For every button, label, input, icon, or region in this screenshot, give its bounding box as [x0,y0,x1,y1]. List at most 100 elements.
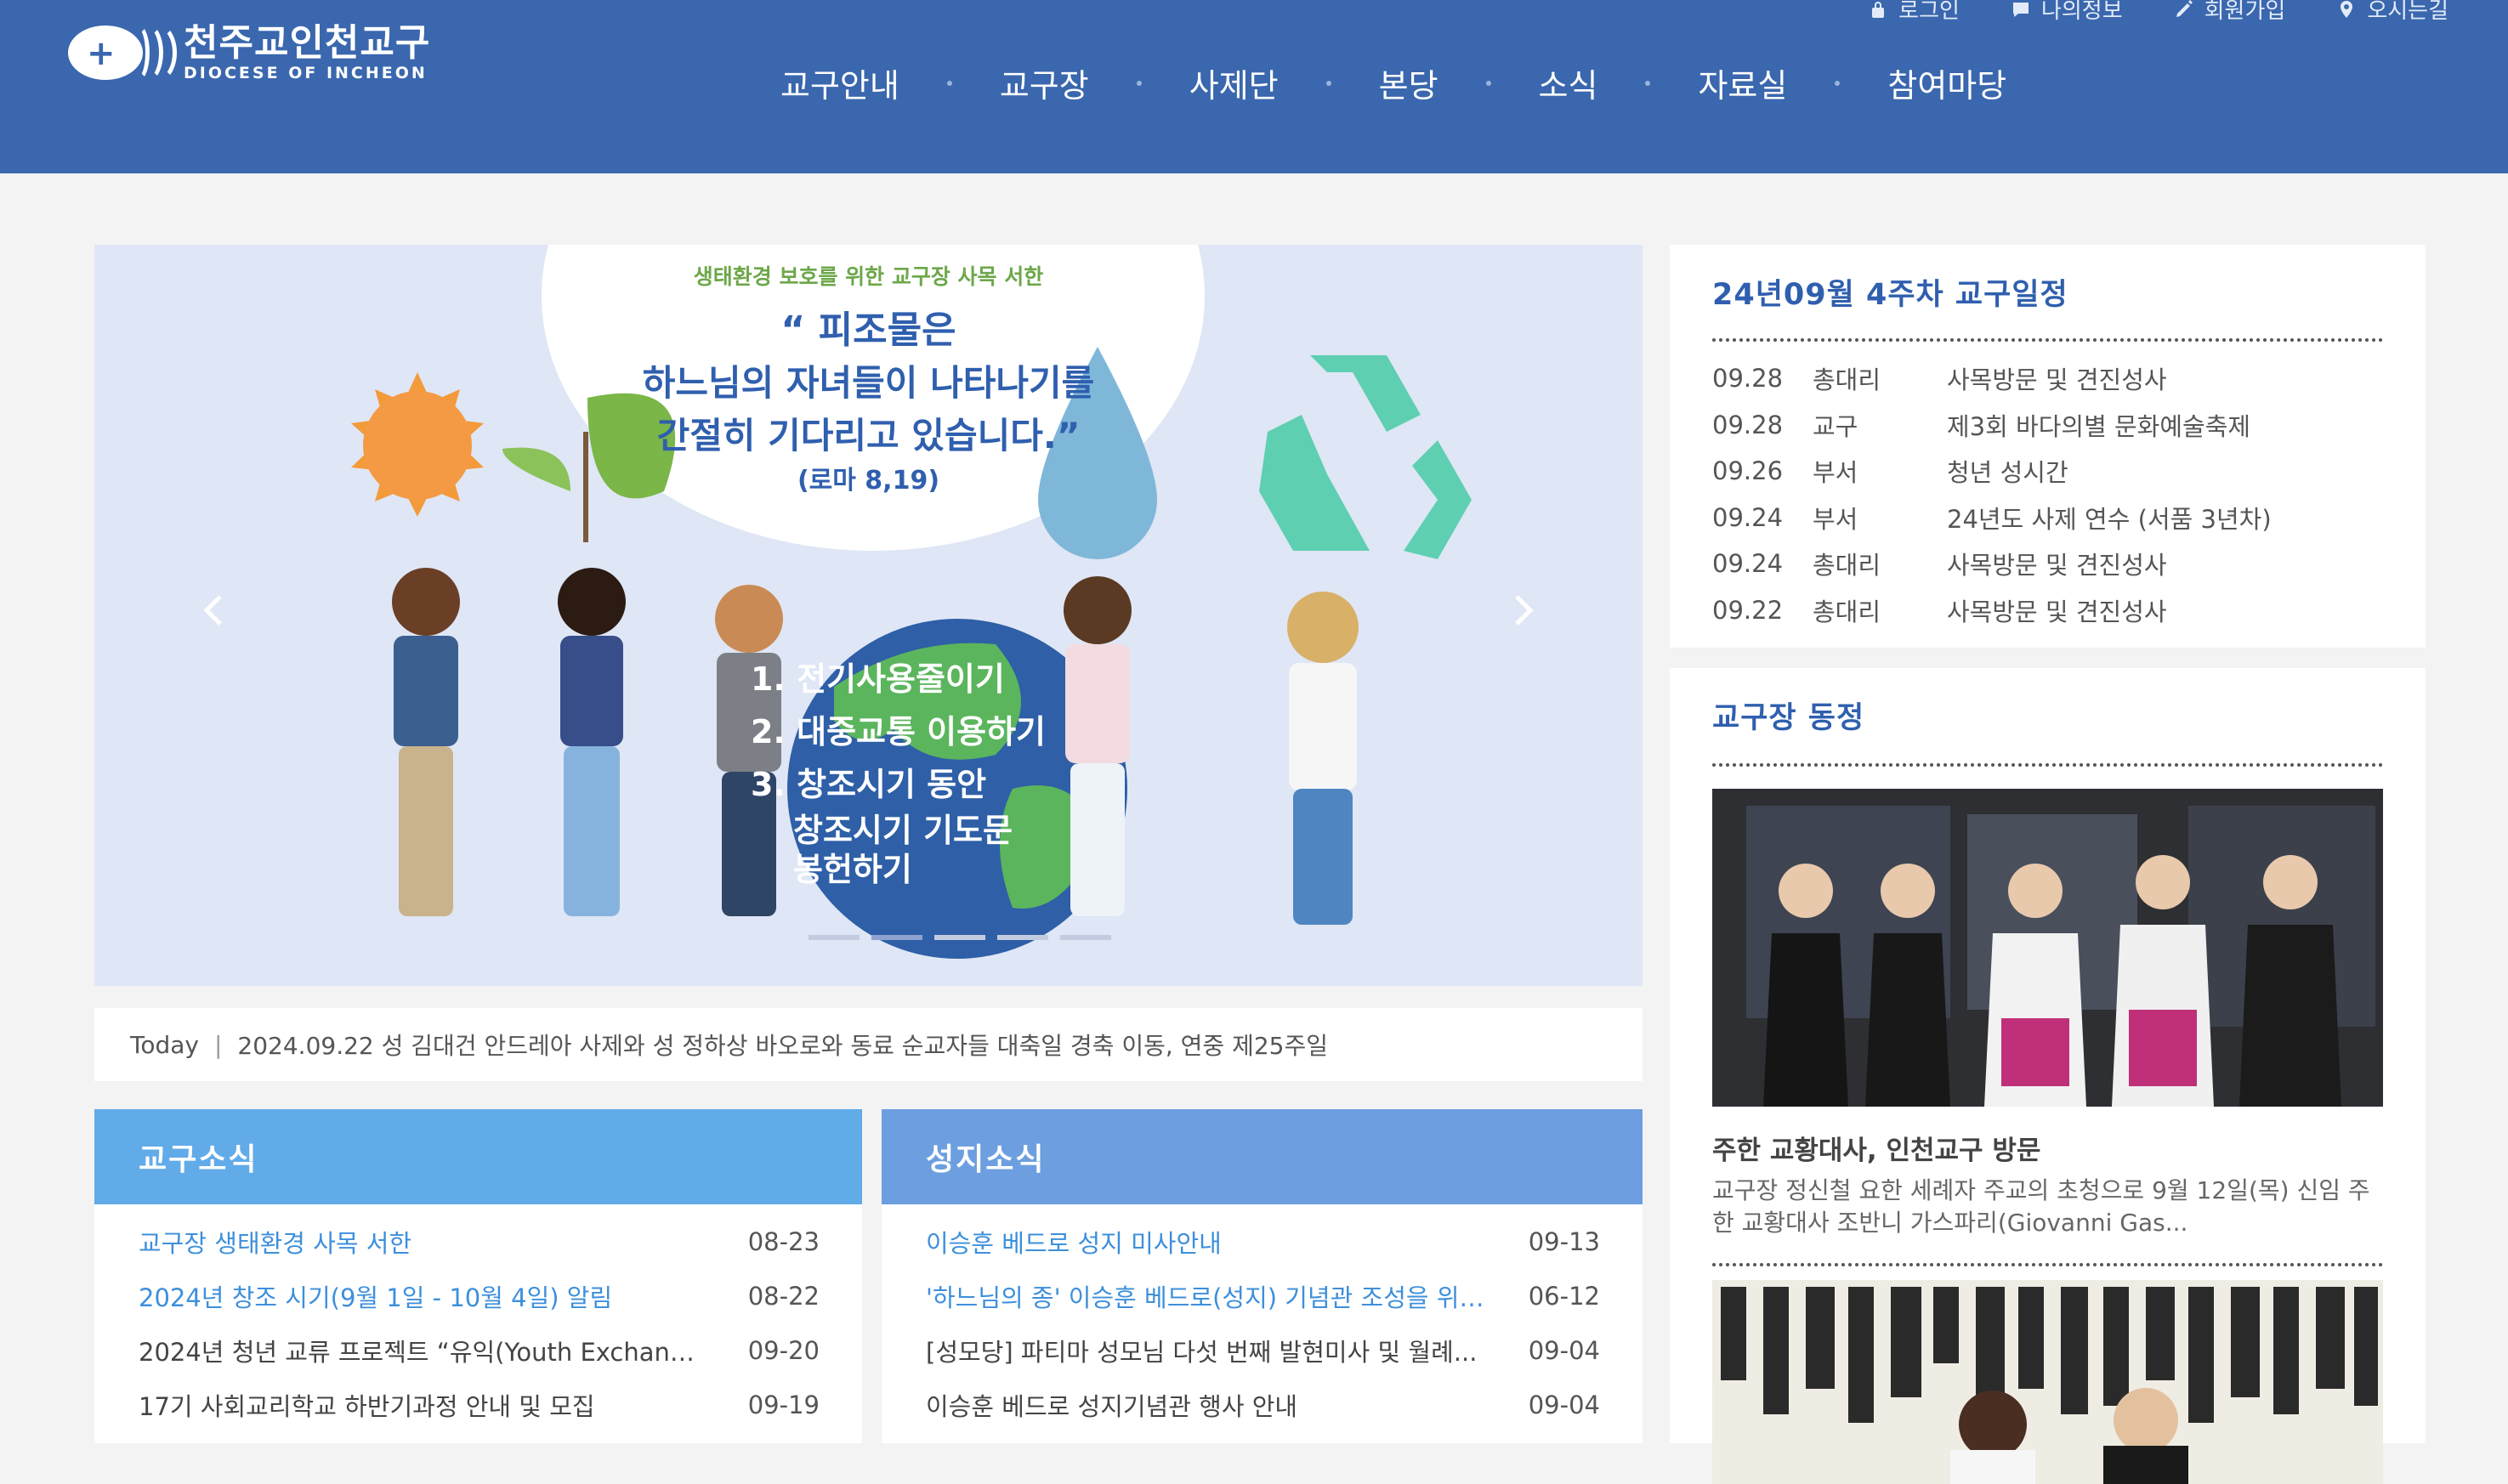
schedule-event: 제3회 바다의별 문화예술축제 [1947,411,2251,441]
bishop-news-photo-2[interactable] [1712,1280,2383,1484]
schedule-date: 09.24 [1712,502,1784,532]
banner-subtitle: 생태환경 보호를 위한 교구장 사목 서한 [693,264,1044,289]
item-title[interactable]: 이승훈 베드로 성지기념관 행사 안내 [926,1387,1297,1423]
schedule-row[interactable]: 09.22 총대리 사목방문 및 견진성사 [1712,587,2384,634]
nav-bishop[interactable]: 교구장 [1000,59,1089,106]
bishop-news-item-title[interactable]: 주한 교황대사, 인천교구 방문 [1712,1129,2040,1167]
divider [1712,1263,2383,1266]
banner-quote-ref: (로마 8,19) [797,466,940,496]
chevron-left-icon [203,595,222,626]
bishop-news-title[interactable]: 교구장 동정 [1712,694,1864,737]
diocese-news-title[interactable]: 교구소식 [94,1109,862,1204]
list-item[interactable]: '하느님의 종' 이승훈 베드로(성지) 기념관 조성을 위한... 06-12 [926,1269,1600,1323]
schedule-who: 총대리 [1813,597,1881,626]
lock-icon [1872,1,1885,18]
list-item[interactable]: [성모당] 파티마 성모님 다섯 번째 발현미사 및 월례... 09-04 [926,1323,1600,1378]
item-title[interactable]: 이승훈 베드로 성지 미사안내 [926,1224,1222,1260]
logo-title-en: DIOCESE OF INCHEON [184,64,428,82]
my-info-link[interactable]: 나의정보 [2011,0,2123,25]
bishop-news-photo[interactable] [1712,789,2383,1107]
calligraphy-wall-image [1712,1280,2383,1484]
item-title[interactable]: 17기 사회교리학교 하반기과정 안내 및 모집 [139,1387,595,1423]
list-item[interactable]: 17기 사회교리학교 하반기과정 안내 및 모집 09-19 [139,1378,820,1432]
item-date: 09-19 [747,1391,820,1419]
nav-parishes[interactable]: 본당 [1379,59,1438,106]
today-label: Today [130,1030,199,1059]
schedule-event: 사목방문 및 견진성사 [1947,551,2167,581]
my-info-label: 나의정보 [2040,0,2123,24]
schedule-who: 교구 [1813,411,1858,441]
nav-archive[interactable]: 자료실 [1698,59,1787,106]
schedule-who: 총대리 [1813,365,1881,395]
item-date: 09-13 [1528,1227,1600,1256]
nav-separator [1645,80,1651,86]
slider-dot[interactable] [809,935,860,940]
bishop-news-panel: 교구장 동정 주한 교황대사, 인천교구 방문 교구장 정신철 요한 세례자 주… [1670,668,2426,1484]
schedule-date: 09.26 [1712,456,1784,486]
site-logo[interactable]: + 천주교인천교구 DIOCESE OF INCHEON [66,20,430,85]
nav-separator [946,80,952,86]
item-date: 09-04 [1528,1391,1600,1419]
slider-dot[interactable] [934,935,985,940]
chat-icon [2012,2,2029,17]
schedule-date: 09.28 [1712,410,1784,439]
nav-news[interactable]: 소식 [1539,59,1598,106]
item-title[interactable]: 2024년 창조 시기(9월 1일 - 10월 4일) 알림 [139,1278,612,1314]
slider-dot[interactable] [1060,935,1111,940]
today-separator: | [213,1030,223,1059]
today-bar: Today | 2024.09.22 성 김대건 안드레아 사제와 성 정하상 … [94,1008,1643,1081]
item-date: 08-22 [747,1282,820,1311]
schedule-who: 총대리 [1813,551,1881,581]
item-title[interactable]: '하느님의 종' 이승훈 베드로(성지) 기념관 조성을 위한... [926,1278,1487,1314]
banner-list-item-3: 3. 창조시기 동안 [751,766,987,803]
schedule-row[interactable]: 09.24 부서 24년도 사제 연수 (서품 3년차) [1712,495,2384,541]
nav-separator [1325,80,1331,86]
list-item[interactable]: 이승훈 베드로 성지기념관 행사 안내 09-04 [926,1378,1600,1432]
login-label: 로그인 [1898,0,1960,24]
item-date: 06-12 [1528,1282,1600,1311]
divider [1712,763,2383,767]
schedule-panel: 24년09월 4주차 교구일정 09.28 총대리 사목방문 및 견진성사 09.2… [1670,245,2426,648]
schedule-row[interactable]: 09.24 총대리 사목방문 및 견진성사 [1712,541,2384,587]
divider [1712,338,2383,342]
directions-label: 오시는길 [2367,0,2448,24]
schedule-event: 24년도 사제 연수 (서품 3년차) [1947,504,2272,534]
list-item[interactable]: 2024년 창조 시기(9월 1일 - 10월 4일) 알림 08-22 [139,1269,820,1323]
nav-participation[interactable]: 참여마당 [1887,59,2006,106]
slider-dot-active[interactable] [871,935,922,940]
directions-link[interactable]: 오시는길 [2336,0,2448,25]
item-title[interactable]: 교구장 생태환경 사목 서한 [139,1224,411,1260]
list-item[interactable]: 교구장 생태환경 사목 서한 08-23 [139,1215,820,1269]
slider-next-button[interactable] [1498,585,1549,636]
schedule-event: 사목방문 및 견진성사 [1947,365,2167,395]
schedule-event: 청년 성시간 [1947,458,2068,488]
signup-label: 회원가입 [2204,0,2286,24]
nav-priests[interactable]: 사제단 [1189,59,1279,106]
pencil-icon [2176,0,2193,17]
schedule-row[interactable]: 09.28 총대리 사목방문 및 견진성사 [1712,355,2384,402]
schedule-title[interactable]: 24년09월 4주차 교구일정 [1712,270,2068,314]
today-text[interactable]: 2024.09.22 성 김대건 안드레아 사제와 성 정하상 바오로와 동료 … [237,1028,1328,1062]
slider-prev-button[interactable] [188,585,239,636]
bishop-news-item-desc[interactable]: 교구장 정신철 요한 세례자 주교의 초청으로 9월 12일(목) 신임 주한 … [1712,1175,2384,1239]
nav-separator [1485,80,1491,86]
shrine-news-board: 성지소식 이승훈 베드로 성지 미사안내 09-13 '하느님의 종' 이승훈 베… [882,1109,1643,1443]
schedule-who: 부서 [1813,504,1858,534]
main-banner-slider[interactable]: 생태환경 보호를 위한 교구장 사목 서한 “ 피조물은 하느님의 자녀들이 나… [94,245,1643,986]
login-link[interactable]: 로그인 [1868,0,1960,25]
signup-link[interactable]: 회원가입 [2174,0,2286,25]
item-title[interactable]: [성모당] 파티마 성모님 다섯 번째 발현미사 및 월례... [926,1333,1477,1368]
list-item[interactable]: 이승훈 베드로 성지 미사안내 09-13 [926,1215,1600,1269]
schedule-row[interactable]: 09.26 부서 청년 성시간 [1712,448,2384,495]
schedule-row[interactable]: 09.28 교구 제3회 바다의별 문화예술축제 [1712,402,2384,449]
banner-list-item-1: 1. 전기사용줄이기 [751,660,1005,698]
item-date: 09-04 [1528,1336,1600,1365]
shrine-news-title[interactable]: 성지소식 [882,1109,1643,1204]
schedule-event: 사목방문 및 견진성사 [1947,597,2167,626]
item-date: 08-23 [747,1227,820,1256]
slider-dot[interactable] [997,935,1048,940]
item-title[interactable]: 2024년 청년 교류 프로젝트 “유익(Youth Exchange... [139,1333,700,1368]
diocese-logo-icon: + [66,20,180,85]
nav-diocese-info[interactable]: 교구안내 [780,59,899,106]
list-item[interactable]: 2024년 청년 교류 프로젝트 “유익(Youth Exchange... 09… [139,1323,820,1378]
